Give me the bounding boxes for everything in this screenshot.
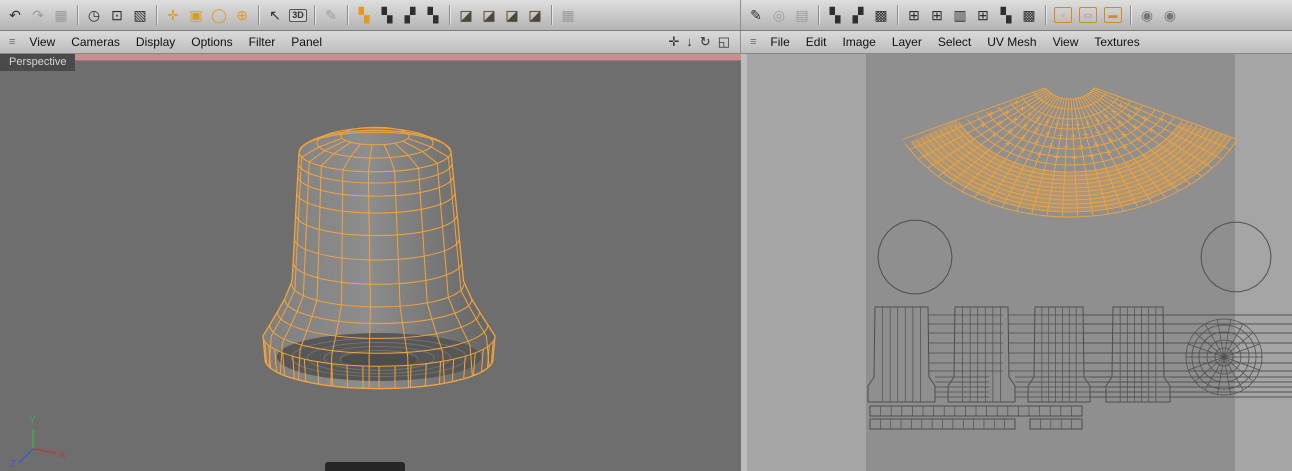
pointer-tool-icon[interactable]: ↖ bbox=[264, 4, 286, 26]
mode-3d-icon[interactable]: 3D bbox=[287, 4, 309, 26]
uv-checker-ball-2-icon[interactable]: ▚ bbox=[376, 4, 398, 26]
toolbar-separator bbox=[1130, 5, 1131, 25]
uv-checker-map-icon[interactable]: ▚ bbox=[995, 4, 1017, 26]
menubar-row: ≡ ViewCamerasDisplayOptionsFilterPanel ✛… bbox=[0, 31, 1292, 54]
checker-medium-icon[interactable]: ▞ bbox=[847, 4, 869, 26]
top-toolbar: ↶↷▦◷⊡▧✛▣◯⊕↖3D✎▚▚▞▚◪◪◪◪▦ ✎◎▤▚▞▩⊞⊞▥⊞▚▩▫▭▬◉… bbox=[0, 0, 1292, 31]
rectangle-selection-icon[interactable]: ▧ bbox=[129, 4, 151, 26]
toggle-view-icon[interactable]: ◱ bbox=[718, 34, 730, 50]
rotate-view-icon[interactable]: ↻ bbox=[700, 34, 711, 50]
bell-model-wireframe[interactable] bbox=[225, 124, 535, 424]
move-tool-icon[interactable]: ✛ bbox=[162, 4, 184, 26]
axis-label-x: X bbox=[59, 450, 66, 461]
toolbar-separator bbox=[347, 5, 348, 25]
menu-cameras[interactable]: Cameras bbox=[63, 35, 128, 49]
toolbar-separator bbox=[449, 5, 450, 25]
uv-menu-items: FileEditImageLayerSelectUV MeshViewTextu… bbox=[762, 33, 1147, 51]
axis-label-y: Y bbox=[29, 415, 36, 426]
cube-view-3-icon[interactable]: ◪ bbox=[501, 4, 523, 26]
uv-islands-drawing bbox=[747, 54, 1292, 471]
rotate-tool-icon[interactable]: ◯ bbox=[208, 4, 230, 26]
toolbar-separator bbox=[818, 5, 819, 25]
toolbar-separator bbox=[1045, 5, 1046, 25]
toolbar-separator bbox=[314, 5, 315, 25]
paint-brush-icon[interactable]: ✎ bbox=[320, 4, 342, 26]
undo-icon[interactable]: ↶ bbox=[4, 4, 26, 26]
toolbar-left-section: ↶↷▦◷⊡▧✛▣◯⊕↖3D✎▚▚▞▚◪◪◪◪▦ bbox=[0, 0, 741, 30]
viewport-menu-grip-icon[interactable]: ≡ bbox=[3, 36, 21, 48]
cube-view-2-icon[interactable]: ◪ bbox=[478, 4, 500, 26]
scale-tool-icon[interactable]: ▣ bbox=[185, 4, 207, 26]
axis-label-z: Z bbox=[10, 459, 16, 469]
uv-menu-file[interactable]: File bbox=[762, 35, 797, 49]
menu-view[interactable]: View bbox=[21, 35, 63, 49]
perspective-viewport[interactable]: Perspective Y X Z bbox=[0, 54, 747, 471]
menu-panel[interactable]: Panel bbox=[283, 35, 330, 49]
history-grid-icon[interactable]: ▦ bbox=[50, 4, 72, 26]
uv-menu-uv-mesh[interactable]: UV Mesh bbox=[979, 35, 1044, 49]
uv-menu-edit[interactable]: Edit bbox=[798, 35, 835, 49]
main-area: Perspective Y X Z bbox=[0, 54, 1292, 471]
viewport-menu-items: ViewCamerasDisplayOptionsFilterPanel bbox=[21, 33, 330, 51]
viewport-view-controls: ✛ ↓ ↻ ◱ bbox=[668, 34, 740, 50]
uv-editor-menubar: ≡ FileEditImageLayerSelectUV MeshViewTex… bbox=[741, 31, 1292, 53]
grid-options-icon[interactable]: ▦ bbox=[557, 4, 579, 26]
uv-checker-ball-1-icon[interactable]: ▚ bbox=[353, 4, 375, 26]
toolbar-right-section: ✎◎▤▚▞▩⊞⊞▥⊞▚▩▫▭▬◉◉ bbox=[741, 0, 1292, 30]
uv-checker-ball-4-icon[interactable]: ▚ bbox=[422, 4, 444, 26]
checker-small-icon[interactable]: ▚ bbox=[824, 4, 846, 26]
menu-display[interactable]: Display bbox=[128, 35, 183, 49]
viewport-menubar: ≡ ViewCamerasDisplayOptionsFilterPanel ✛… bbox=[0, 31, 741, 53]
uv-edge-mode-icon[interactable]: ▭ bbox=[1079, 7, 1097, 23]
uv-checker-ball-3-icon[interactable]: ▞ bbox=[399, 4, 421, 26]
toolbar-separator bbox=[897, 5, 898, 25]
uv-point-mode-icon[interactable]: ▫ bbox=[1054, 7, 1072, 23]
viewport-title-tab[interactable]: Perspective bbox=[0, 54, 75, 71]
cube-view-1-icon[interactable]: ◪ bbox=[455, 4, 477, 26]
viewport-hint-bubble bbox=[325, 462, 405, 471]
uv-menu-textures[interactable]: Textures bbox=[1086, 35, 1147, 49]
toolbar-separator bbox=[77, 5, 78, 25]
uv-grid-map-icon[interactable]: ▩ bbox=[1018, 4, 1040, 26]
uv-menu-image[interactable]: Image bbox=[834, 35, 883, 49]
navigation-rotate-icon[interactable]: ◷ bbox=[83, 4, 105, 26]
uv-polygon-mode-icon[interactable]: ▬ bbox=[1104, 7, 1122, 23]
toolbar-separator bbox=[258, 5, 259, 25]
uv-editor-panel[interactable] bbox=[747, 54, 1292, 471]
uv-projection-4-icon[interactable]: ⊞ bbox=[972, 4, 994, 26]
material-sphere-1-icon[interactable]: ◉ bbox=[1136, 4, 1158, 26]
zoom-view-icon[interactable]: ↓ bbox=[686, 34, 693, 50]
axis-gizmo: Y X Z bbox=[6, 407, 86, 469]
toolbar-separator bbox=[551, 5, 552, 25]
menu-options[interactable]: Options bbox=[183, 35, 240, 49]
uv-menu-select[interactable]: Select bbox=[930, 35, 979, 49]
axis-lock-icon[interactable]: ⊕ bbox=[231, 4, 253, 26]
uv-projection-2-icon[interactable]: ⊞ bbox=[926, 4, 948, 26]
uv-menu-layer[interactable]: Layer bbox=[884, 35, 930, 49]
uv-projection-3-icon[interactable]: ▥ bbox=[949, 4, 971, 26]
toolbar-separator bbox=[156, 5, 157, 25]
live-selection-icon[interactable]: ⊡ bbox=[106, 4, 128, 26]
uv-clone-icon[interactable]: ◎ bbox=[768, 4, 790, 26]
checker-large-icon[interactable]: ▩ bbox=[870, 4, 892, 26]
pan-view-icon[interactable]: ✛ bbox=[668, 34, 679, 50]
active-view-highlight bbox=[0, 54, 741, 61]
uv-menu-grip-icon[interactable]: ≡ bbox=[744, 36, 762, 48]
uv-projection-1-icon[interactable]: ⊞ bbox=[903, 4, 925, 26]
material-sphere-2-icon[interactable]: ◉ bbox=[1159, 4, 1181, 26]
menu-filter[interactable]: Filter bbox=[241, 35, 284, 49]
uv-pattern-icon[interactable]: ▤ bbox=[791, 4, 813, 26]
uv-paint-brush-icon[interactable]: ✎ bbox=[745, 4, 767, 26]
uv-menu-view[interactable]: View bbox=[1045, 35, 1087, 49]
redo-icon[interactable]: ↷ bbox=[27, 4, 49, 26]
cube-view-4-icon[interactable]: ◪ bbox=[524, 4, 546, 26]
